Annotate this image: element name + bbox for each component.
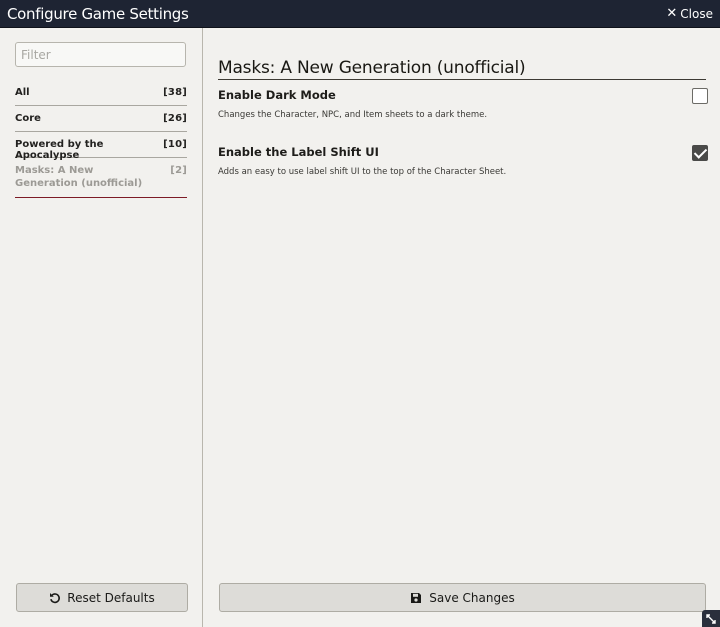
category-core[interactable]: Core [26] <box>15 106 187 132</box>
undo-icon <box>49 592 61 604</box>
reset-defaults-label: Reset Defaults <box>67 590 155 605</box>
setting-hint: Changes the Character, NPC, and Item she… <box>218 110 488 120</box>
window-title: Configure Game Settings <box>7 4 189 23</box>
setting-label: Enable Dark Mode <box>218 88 336 102</box>
setting-label: Enable the Label Shift UI <box>218 145 379 159</box>
settings-sidebar: All [38] Core [26] Powered by the Apocal… <box>0 28 203 627</box>
label-shift-ui-checkbox[interactable] <box>692 145 708 161</box>
resize-handle[interactable] <box>702 610 720 627</box>
save-changes-button[interactable]: Save Changes <box>219 583 706 612</box>
category-count: [26] <box>163 113 187 124</box>
save-changes-label: Save Changes <box>429 590 515 605</box>
category-pbta[interactable]: Powered by the Apocalypse [10] <box>15 132 187 161</box>
category-name: Core <box>15 113 41 124</box>
category-count: [38] <box>163 87 187 98</box>
close-label: Close <box>680 6 713 21</box>
setting-hint: Adds an easy to use label shift UI to th… <box>218 167 507 177</box>
category-count: [10] <box>163 139 187 150</box>
window-titlebar[interactable]: Configure Game Settings ✕ Close <box>0 0 720 28</box>
category-name: Powered by the Apocalypse <box>15 139 104 161</box>
close-icon: ✕ <box>666 6 678 21</box>
resize-icon <box>706 613 716 624</box>
floppy-disk-icon <box>410 592 422 604</box>
category-name: All <box>15 87 30 98</box>
settings-main: Masks: A New Generation (unofficial) Ena… <box>204 28 720 627</box>
category-all[interactable]: All [38] <box>15 80 187 106</box>
category-name: Masks: A New Generation (unofficial) <box>15 165 143 189</box>
category-masks[interactable]: Masks: A New Generation (unofficial) [2] <box>15 158 187 198</box>
close-button[interactable]: ✕ Close <box>666 7 713 21</box>
reset-defaults-button[interactable]: Reset Defaults <box>16 583 188 612</box>
category-count: [2] <box>170 165 187 176</box>
settings-window: Configure Game Settings ✕ Close All [38]… <box>0 0 720 627</box>
setting-dark-mode: Enable Dark Mode Changes the Character, … <box>218 88 708 120</box>
dark-mode-checkbox[interactable] <box>692 88 708 104</box>
section-title: Masks: A New Generation (unofficial) <box>218 58 706 80</box>
setting-label-shift-ui: Enable the Label Shift UI Adds an easy t… <box>218 145 708 177</box>
category-list: All [38] Core [26] Powered by the Apocal… <box>15 80 187 198</box>
filter-input[interactable] <box>15 42 186 67</box>
